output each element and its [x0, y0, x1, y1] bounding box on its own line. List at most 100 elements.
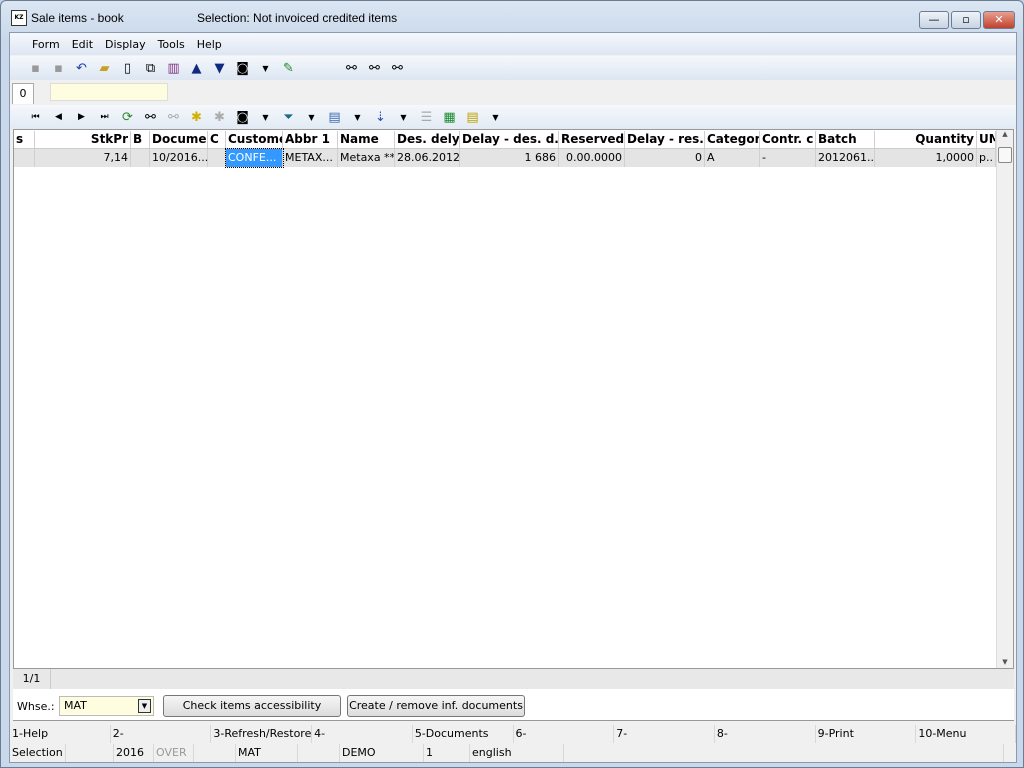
find-prev-icon[interactable]: ⚯ [386, 61, 409, 76]
create-inf-documents-button[interactable]: Create / remove inf. documents [347, 695, 525, 717]
table-cell[interactable]: METAX... [283, 149, 338, 167]
menu-display[interactable]: Display [99, 38, 152, 51]
column-header[interactable]: Delay - des. d. [460, 131, 559, 148]
minimize-button[interactable]: — [919, 11, 949, 29]
status-field [66, 744, 114, 762]
tab-0[interactable]: 0 [12, 83, 34, 104]
menu-help[interactable]: Help [191, 38, 228, 51]
function-key-button[interactable]: 7- [614, 725, 715, 743]
function-key-button[interactable]: 4- [312, 725, 413, 743]
camera-icon[interactable]: ◙ [231, 61, 254, 76]
menu-form[interactable]: Form [26, 38, 66, 51]
table-cell[interactable]: 7,14 [35, 149, 131, 167]
sort-az-icon[interactable]: ⇣ [369, 110, 392, 125]
refresh-icon[interactable]: ⟳ [116, 110, 139, 125]
arrow-up-icon[interactable]: ▲ [185, 61, 208, 76]
export-icon[interactable]: ▤ [323, 110, 346, 125]
chevron-down-icon[interactable]: ▼ [138, 699, 151, 713]
column-header[interactable]: Batch [816, 131, 875, 148]
next-record-icon[interactable]: ▶ [70, 112, 93, 122]
column-header[interactable]: Des. dely [395, 131, 460, 148]
table-cell[interactable]: - [760, 149, 816, 167]
column-header[interactable]: UM [977, 131, 996, 148]
undo-icon[interactable]: ↶ [70, 61, 93, 76]
columns-icon[interactable]: ▤ [461, 110, 484, 125]
table-cell[interactable] [208, 149, 226, 167]
save-as-icon[interactable]: ▪ [47, 61, 70, 76]
dropdown-icon[interactable]: ▼ [484, 113, 507, 122]
first-record-icon[interactable]: ⏮ [24, 112, 47, 122]
excel-export-icon[interactable]: ✎ [277, 61, 300, 76]
table-cell[interactable]: 2012061... [816, 149, 875, 167]
new-document-icon[interactable]: ▯ [116, 61, 139, 76]
column-header[interactable]: Custome [226, 131, 283, 148]
function-key-button[interactable]: 2- [111, 725, 212, 743]
save-icon[interactable]: ▪ [24, 61, 47, 76]
tab-input[interactable] [50, 83, 168, 101]
menu-tools[interactable]: Tools [152, 38, 191, 51]
column-header[interactable]: Categor [705, 131, 760, 148]
function-key-button[interactable]: 10-Menu [916, 725, 1017, 743]
function-key-button[interactable]: 8- [715, 725, 816, 743]
function-key-button[interactable]: 3-Refresh/Restore [211, 725, 313, 743]
column-header[interactable]: s [14, 131, 35, 148]
find-icon[interactable]: ⚯ [139, 110, 162, 125]
check-accessibility-button[interactable]: Check items accessibility [163, 695, 341, 717]
copy-icon[interactable]: ⧉ [139, 61, 162, 76]
prev-record-icon[interactable]: ◀ [47, 112, 70, 122]
table-cell[interactable]: 0.00.0000 [559, 149, 625, 167]
table-cell[interactable]: Metaxa *** [338, 149, 395, 167]
vertical-scrollbar[interactable]: ▲ ▼ [996, 130, 1013, 668]
column-header[interactable]: B [131, 131, 150, 148]
table-cell[interactable]: 1 686 [460, 149, 559, 167]
remove-icon: ✱ [214, 109, 225, 125]
filter-icon[interactable]: ⏷ [277, 110, 300, 125]
scroll-thumb[interactable] [998, 147, 1012, 163]
add-star-icon[interactable]: ✱ [185, 110, 208, 125]
menu-edit[interactable]: Edit [66, 38, 99, 51]
selection-title: Selection: Not invoiced credited items [197, 11, 398, 25]
column-header[interactable]: C [208, 131, 226, 148]
column-header[interactable]: StkPr [35, 131, 131, 148]
scroll-down-icon[interactable]: ▼ [997, 658, 1013, 666]
scroll-up-icon[interactable]: ▲ [997, 130, 1013, 138]
column-header[interactable]: Documer [150, 131, 208, 148]
table-cell[interactable] [14, 149, 35, 167]
excel-icon[interactable]: ▦ [438, 110, 461, 125]
table-cell[interactable]: CONFE... [225, 148, 284, 168]
dropdown-icon[interactable]: ▼ [254, 113, 277, 122]
column-header[interactable]: Quantity [875, 131, 977, 148]
table-cell[interactable]: A [705, 149, 760, 167]
function-key-button[interactable]: 9-Print [816, 725, 917, 743]
table-cell[interactable]: 28.06.2012 [395, 149, 460, 167]
function-key-button[interactable]: 1-Help [10, 725, 111, 743]
column-header[interactable]: Delay - res. [625, 131, 705, 148]
dropdown-icon[interactable]: ▼ [300, 113, 323, 122]
close-button[interactable]: ✕ [983, 11, 1015, 29]
whse-select[interactable]: MAT ▼ [59, 696, 154, 716]
status-field: Selection [10, 744, 66, 762]
table-row[interactable]: 7,14 10/2016... CONFE... METAX... Metaxa ***… [14, 148, 996, 168]
find-next-icon[interactable]: ⚯ [363, 61, 386, 76]
column-header[interactable]: Reserved [559, 131, 625, 148]
column-header[interactable]: Name [338, 131, 395, 148]
dropdown-icon[interactable]: ▼ [346, 113, 369, 122]
table-cell[interactable]: 0 [625, 149, 705, 167]
table-cell[interactable]: 10/2016... [150, 149, 208, 167]
function-key-button[interactable]: 5-Documents [413, 725, 514, 743]
table-cell[interactable]: p.. [977, 149, 996, 167]
dropdown-icon[interactable]: ▼ [254, 64, 277, 73]
find-icon[interactable]: ⚯ [340, 61, 363, 76]
table-cell[interactable]: 1,0000 [875, 149, 977, 167]
camera-icon[interactable]: ◙ [231, 110, 254, 125]
function-key-button[interactable]: 6- [514, 725, 615, 743]
book-icon[interactable]: ▥ [162, 61, 185, 76]
last-record-icon[interactable]: ⏭ [93, 112, 116, 122]
dropdown-icon[interactable]: ▼ [392, 113, 415, 122]
open-folder-icon[interactable]: ▰ [93, 61, 116, 76]
maximize-button[interactable]: ▫ [951, 11, 981, 29]
arrow-down-icon[interactable]: ▼ [208, 61, 231, 76]
table-cell[interactable] [131, 149, 150, 167]
column-header[interactable]: Contr. c [760, 131, 816, 148]
column-header[interactable]: Abbr 1 [283, 131, 338, 148]
